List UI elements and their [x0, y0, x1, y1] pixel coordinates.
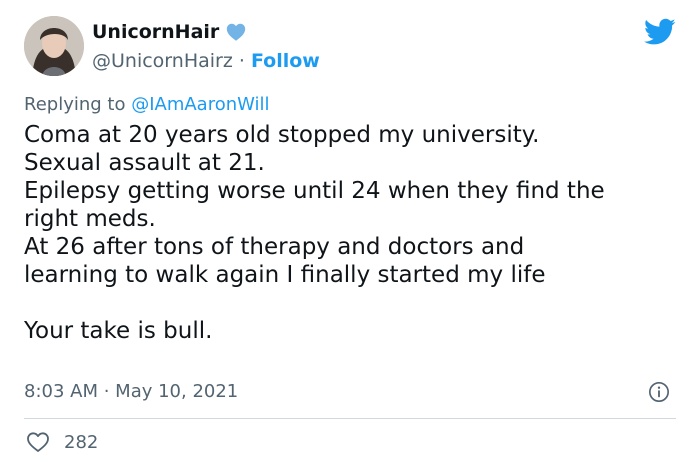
heart-icon	[27, 432, 49, 452]
author-handle[interactable]: @UnicornHairz	[92, 50, 233, 72]
author-name-row: UnicornHair	[92, 21, 247, 43]
avatar[interactable]	[24, 16, 84, 76]
replying-prefix: Replying to	[24, 94, 132, 115]
info-icon[interactable]	[648, 381, 670, 403]
replying-to: Replying to @IAmAaronWill	[24, 94, 270, 115]
tweet-line: Coma at 20 years old stopped my universi…	[24, 122, 540, 148]
twitter-bird-icon[interactable]	[644, 18, 676, 46]
tweet-line: right meds.	[24, 206, 156, 232]
tweet-line: At 26 after tons of therapy and doctors …	[24, 234, 525, 260]
display-name[interactable]: UnicornHair	[92, 21, 219, 43]
meta-separator: ·	[98, 381, 116, 402]
tweet-line: learning to walk again I finally started…	[24, 262, 546, 288]
divider	[24, 418, 676, 419]
tweet-line: Epilepsy getting worse until 24 when the…	[24, 178, 605, 204]
tweet-line: Your take is bull.	[24, 318, 213, 344]
like-count: 282	[64, 431, 99, 453]
reply-handle-link[interactable]: @IAmAaronWill	[131, 94, 269, 115]
tweet-time: 8:03 AM	[24, 381, 98, 402]
handle-separator: ·	[232, 50, 251, 72]
like-action[interactable]: 282	[26, 431, 98, 453]
follow-button[interactable]: Follow	[251, 50, 320, 72]
tweet-date: May 10, 2021	[115, 381, 239, 402]
tweet-text: Coma at 20 years old stopped my universi…	[24, 121, 684, 345]
verified-badge-icon	[227, 23, 246, 41]
tweet-line: Sexual assault at 21.	[24, 150, 265, 176]
tweet-timestamp[interactable]: 8:03 AM · May 10, 2021	[24, 381, 238, 402]
handle-row: @UnicornHairz · Follow	[92, 50, 320, 72]
